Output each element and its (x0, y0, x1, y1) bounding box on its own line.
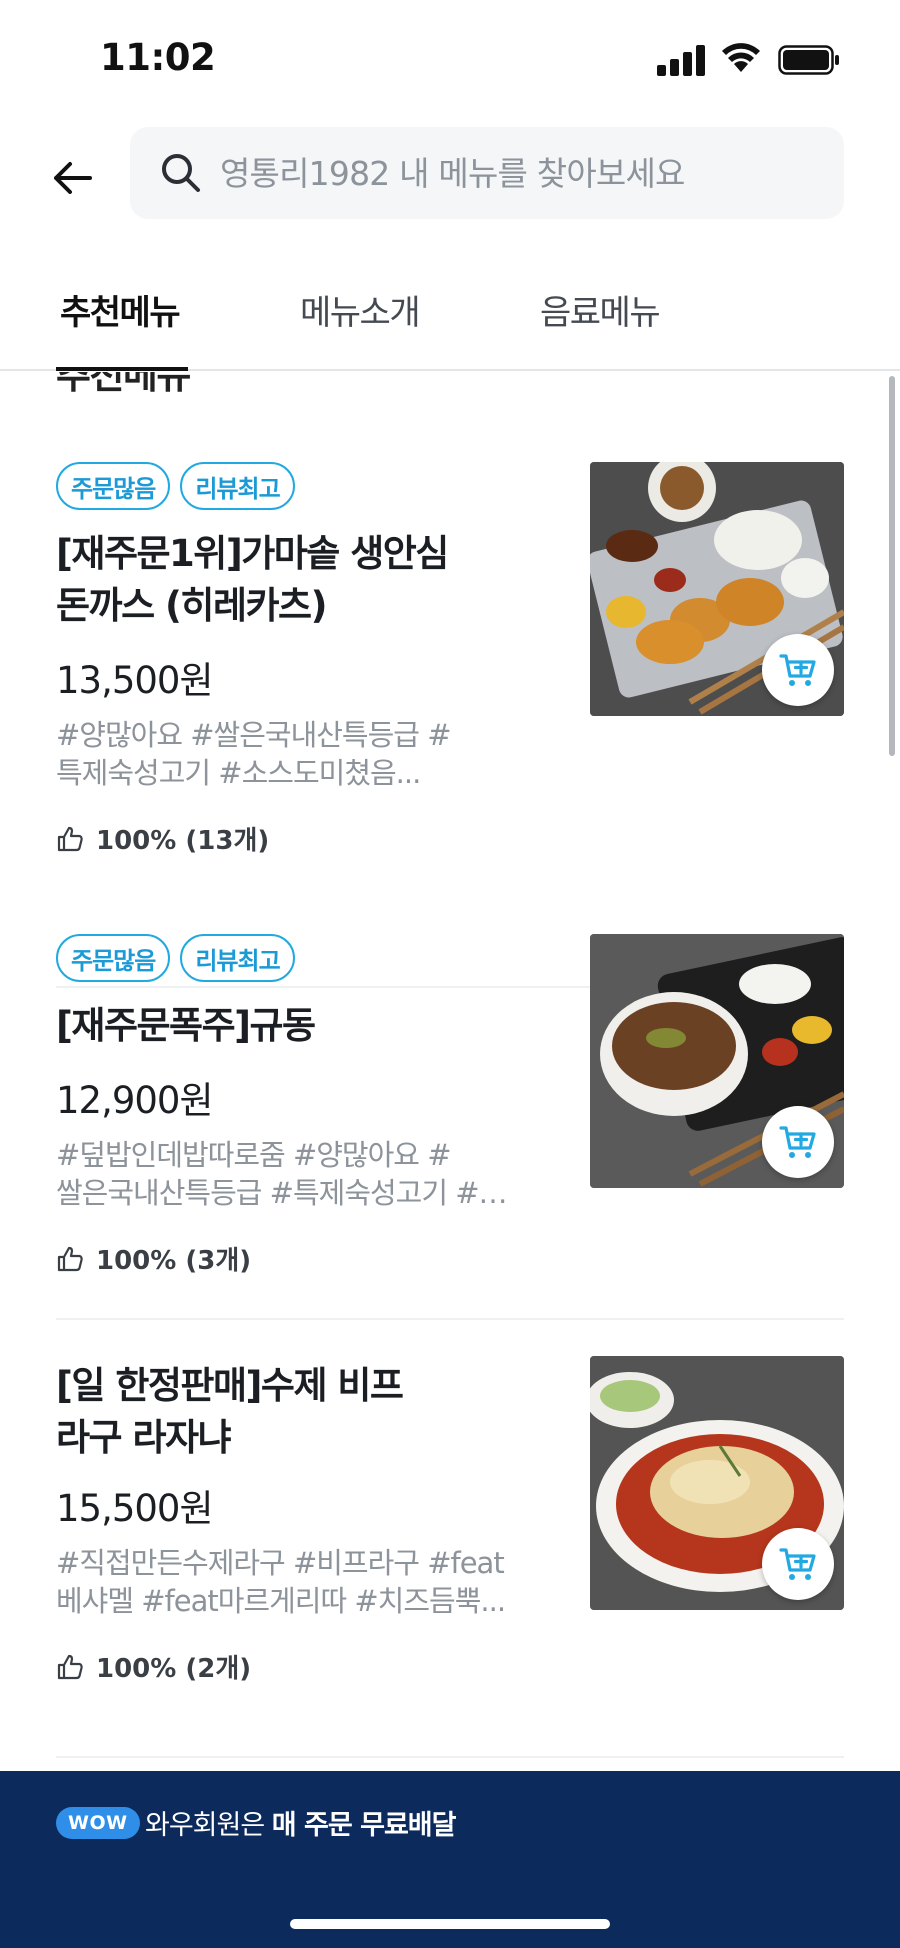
add-to-cart-button[interactable] (762, 1106, 834, 1178)
search-box[interactable] (130, 127, 844, 219)
item-price: 13,500원 (56, 659, 214, 702)
back-button[interactable] (44, 150, 100, 206)
item-price: 15,500원 (56, 1487, 214, 1530)
item-name-line: [일 한정판매]수제 비프 (56, 1364, 404, 1407)
battery-icon (778, 45, 839, 75)
beef-ragu-lasagna-image[interactable] (590, 1356, 844, 1610)
section-title: 추천메뉴 (56, 372, 191, 397)
item-name-line: [재주문1위]가마솥 생안심 (56, 532, 449, 575)
wow-badge: WOW (56, 1807, 140, 1839)
item-tags-line: 베샤멜 #feat마르게리따 #치즈듬뿍... (56, 1584, 506, 1618)
search-header (0, 110, 900, 230)
add-to-cart-button[interactable] (762, 634, 834, 706)
tab-drinks-menu[interactable]: 음료메뉴 (540, 285, 661, 334)
banner-text-bold: 매 주문 무료배달 (271, 1810, 457, 1841)
badge-best-review: 리뷰최고 (180, 462, 295, 510)
badge-best-review: 리뷰최고 (180, 934, 295, 982)
rating-text: 100% (13개) (96, 826, 270, 856)
scrollbar[interactable] (889, 376, 895, 756)
home-indicator (290, 1919, 610, 1929)
active-tab-indicator (56, 367, 188, 371)
gyudon-bowl-image[interactable] (590, 934, 844, 1188)
menu-list[interactable]: 추천메뉴 주문많음 리뷰최고 [재주문1위]가마솥 생안심 돈까스 (히레카츠)… (0, 372, 900, 1772)
tonkatsu-lunchbox-image[interactable] (590, 462, 844, 716)
category-tabs: 추천메뉴 메뉴소개 음료메뉴 (0, 265, 900, 371)
status-bar: 11:02 (0, 0, 900, 110)
add-to-cart-button[interactable] (762, 1528, 834, 1600)
item-name: [재주문1위]가마솥 생안심 돈까스 (히레카츠) (56, 528, 526, 632)
badge-group: 주문많음 리뷰최고 (56, 934, 295, 982)
item-tags: #양많아요 #쌀은국내산특등급 # 특제숙성고기 #소스도미쳤음... (56, 716, 546, 792)
cart-plus-icon (779, 654, 816, 686)
item-rating: 100% (3개) (56, 1240, 251, 1277)
thumbs-up-icon (57, 1654, 83, 1679)
item-name-line: 돈까스 (히레카츠) (56, 584, 327, 627)
rating-text: 100% (2개) (96, 1654, 252, 1684)
banner-text-prefix: 와우회원은 (145, 1810, 272, 1841)
divider (56, 1756, 844, 1758)
menu-item[interactable]: [일 한정판매]수제 비프 라구 라자냐 15,500원 #직접만든수제라구 #… (56, 1356, 844, 1766)
wifi-icon (722, 43, 760, 72)
divider (56, 1318, 844, 1320)
item-tags: #덮밥인데밥따로줌 #양많아요 # 쌀은국내산특등급 #특제숙성고기 #… (56, 1136, 546, 1212)
item-tags-line: 쌀은국내산특등급 #특제숙성고기 #… (56, 1176, 508, 1210)
item-tags-line: #양많아요 #쌀은국내산특등급 # (56, 718, 452, 752)
item-tags: #직접만든수제라구 #비프라구 #feat 베샤멜 #feat마르게리따 #치즈… (56, 1544, 546, 1620)
banner-text: 와우회원은 매 주문 무료배달 (145, 1803, 457, 1842)
item-tags-line: 특제숙성고기 #소스도미쳤음... (56, 756, 421, 790)
menu-item[interactable]: 주문많음 리뷰최고 [재주문1위]가마솥 생안심 돈까스 (히레카츠) 13,5… (56, 462, 844, 988)
badge-group: 주문많음 리뷰최고 (56, 462, 295, 510)
menu-item[interactable]: 주문많음 리뷰최고 [재주문폭주]규동 12,900원 #덮밥인데밥따로줌 #양… (56, 934, 844, 1354)
item-rating: 100% (13개) (56, 820, 269, 857)
search-icon (162, 154, 200, 192)
badge-popular: 주문많음 (56, 462, 171, 510)
item-rating: 100% (2개) (56, 1648, 251, 1685)
item-name-line: [재주문폭주]규동 (56, 1004, 316, 1047)
tab-menu-intro[interactable]: 메뉴소개 (300, 285, 421, 334)
item-name-line: 라구 라자냐 (56, 1416, 232, 1459)
cart-plus-icon (779, 1126, 816, 1158)
cellular-signal-icon (657, 44, 705, 76)
item-name: [일 한정판매]수제 비프 라구 라자냐 (56, 1360, 526, 1464)
badge-popular: 주문많음 (56, 934, 171, 982)
thumbs-up-icon (57, 826, 83, 851)
search-input[interactable] (220, 153, 820, 193)
item-tags-line: #덮밥인데밥따로줌 #양많아요 # (56, 1138, 452, 1172)
wow-membership-banner[interactable]: WOW 와우회원은 매 주문 무료배달 (0, 1771, 900, 1948)
item-price: 12,900원 (56, 1079, 214, 1122)
item-tags-line: #직접만든수제라구 #비프라구 #feat (56, 1546, 505, 1580)
status-time: 11:02 (100, 36, 216, 79)
rating-text: 100% (3개) (96, 1246, 252, 1276)
thumbs-up-icon (57, 1246, 83, 1271)
back-arrow-icon (54, 162, 92, 194)
item-name: [재주문폭주]규동 (56, 1000, 526, 1052)
cart-plus-icon (779, 1548, 816, 1580)
tab-recommended-menu[interactable]: 추천메뉴 (60, 285, 181, 334)
